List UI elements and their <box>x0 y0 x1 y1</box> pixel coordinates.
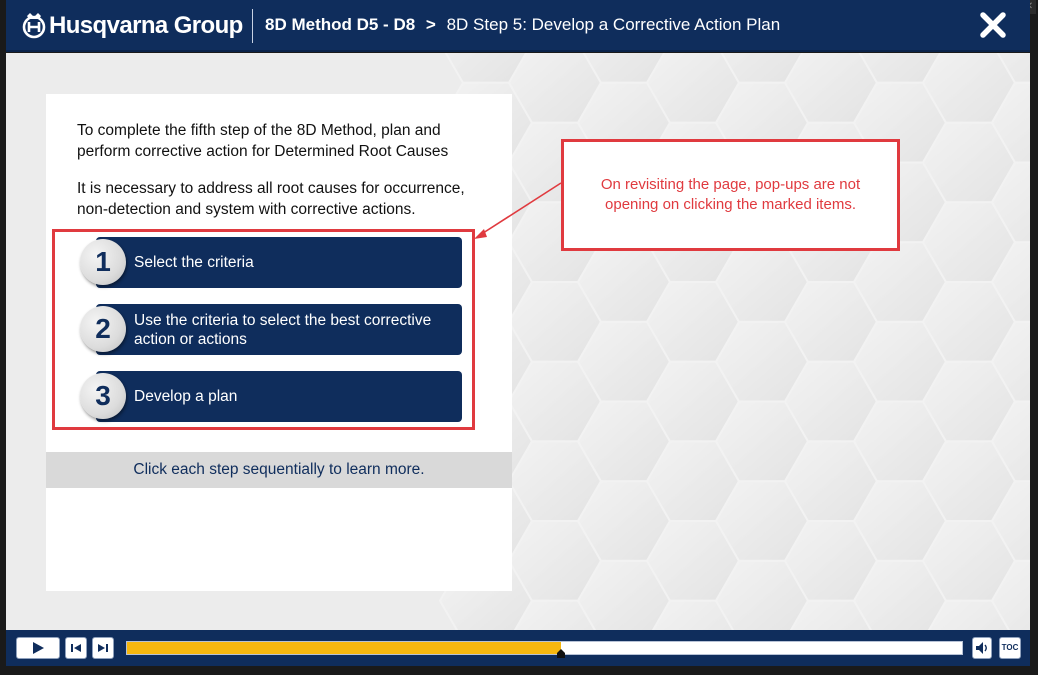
skip-back-icon <box>71 644 81 652</box>
toc-label: TOC <box>1001 643 1019 652</box>
page-title: 8D Step 5: Develop a Corrective Action P… <box>446 15 781 34</box>
callout-text: On revisiting the page, pop-ups are not … <box>600 176 861 213</box>
skip-forward-icon <box>98 644 108 652</box>
content-panel: To complete the fifth step of the 8D Met… <box>46 94 512 591</box>
play-button[interactable] <box>16 637 60 659</box>
breadcrumb-course: 8D Method D5 - D8 <box>265 15 416 34</box>
instruction-bar: Click each step sequentially to learn mo… <box>46 452 512 488</box>
logo-text: Husqvarna Group <box>49 12 243 39</box>
toc-button[interactable]: TOC <box>999 637 1021 659</box>
close-icon[interactable] <box>978 10 1008 40</box>
course-header: Husqvarna Group 8D Method D5 - D8 > 8D S… <box>6 0 1030 52</box>
next-button[interactable] <box>92 637 114 659</box>
step-label: Use the criteria to select the best corr… <box>134 311 432 348</box>
progress-thumb-icon[interactable] <box>557 649 566 658</box>
step-3-button[interactable]: 3 Develop a plan <box>80 371 462 422</box>
step-1-button[interactable]: 1 Select the criteria <box>80 237 462 288</box>
husqvarna-crown-icon <box>22 13 46 39</box>
step-2-button[interactable]: 2 Use the criteria to select the best co… <box>80 304 462 355</box>
header-divider <box>252 9 253 43</box>
player-window: ✕ Husqvarna Group 8D Method D5 - D8 > 8D… <box>0 0 1038 675</box>
breadcrumb-separator: > <box>425 15 436 34</box>
step-number-badge: 3 <box>80 373 126 419</box>
play-icon <box>33 642 44 654</box>
progress-fill <box>127 642 562 654</box>
step-number-badge: 2 <box>80 306 126 352</box>
player-controls: TOC <box>6 630 1030 666</box>
step-number-badge: 1 <box>80 239 126 285</box>
step-label: Select the criteria <box>134 254 254 271</box>
breadcrumb: 8D Method D5 - D8 > 8D Step 5: Develop a… <box>265 15 780 35</box>
requirement-paragraph: It is necessary to address all root caus… <box>77 180 465 218</box>
previous-button[interactable] <box>65 637 87 659</box>
progress-bar[interactable] <box>126 641 963 658</box>
intro-paragraph: To complete the fifth step of the 8D Met… <box>77 122 449 160</box>
annotation-callout: On revisiting the page, pop-ups are not … <box>561 139 900 251</box>
husqvarna-logo: Husqvarna Group <box>22 10 243 42</box>
volume-button[interactable] <box>972 637 992 659</box>
speaker-icon <box>976 642 987 654</box>
slide-stage: To complete the fifth step of the 8D Met… <box>6 53 1030 630</box>
step-label: Develop a plan <box>134 388 238 405</box>
